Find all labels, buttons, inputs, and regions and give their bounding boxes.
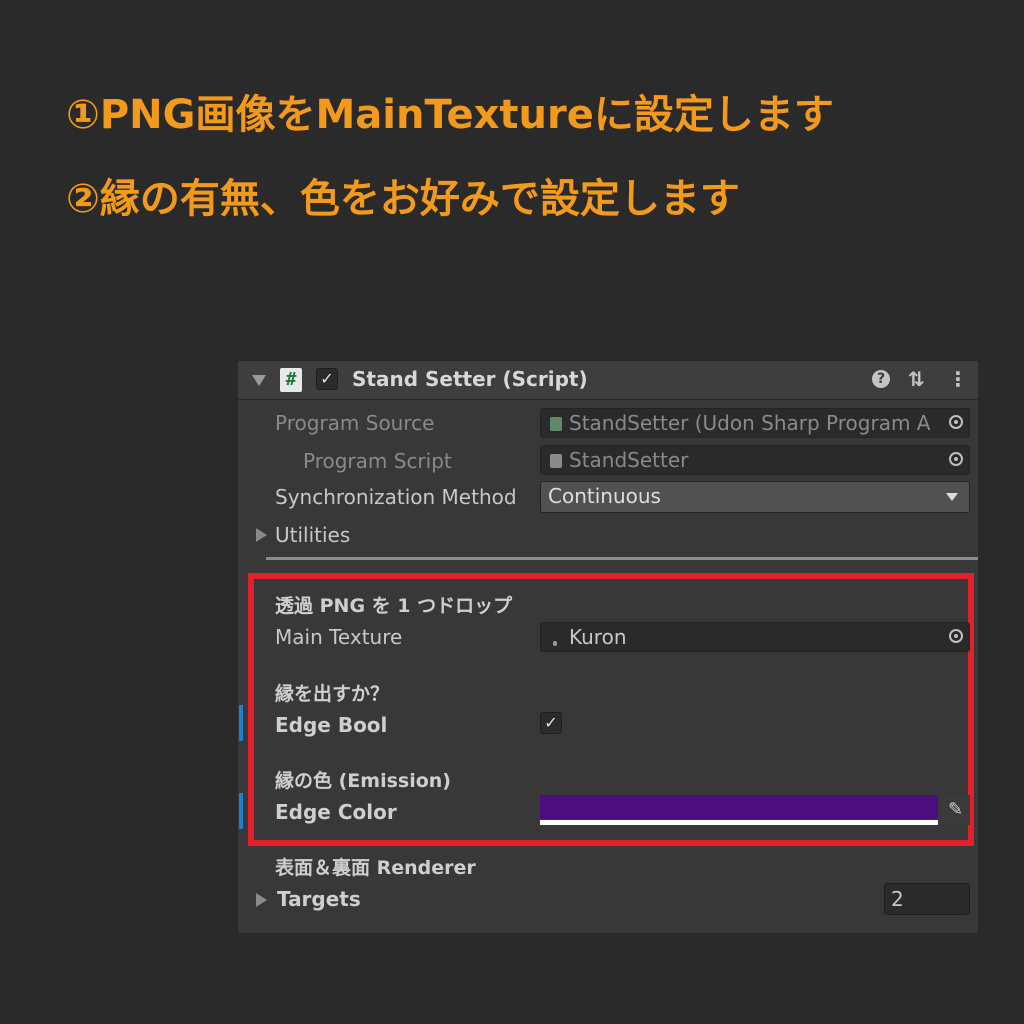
png-section-header: 透過 PNG を 1 つドロップ [275,595,513,617]
texture-thumbnail-icon [553,641,557,646]
program-source-field[interactable]: StandSetter (Udon Sharp Program A [540,408,970,438]
alpha-bar [540,820,938,825]
utilities-foldout[interactable]: Utilities [275,523,350,547]
override-marker [239,705,243,741]
targets-expand-icon[interactable] [256,893,267,907]
instruction-line-1: ①PNG画像をMainTextureに設定します [66,92,834,138]
edge-section-header: 縁を出すか？ [275,683,390,705]
sync-method-label: Synchronization Method [275,485,517,509]
program-source-label: Program Source [275,411,435,435]
renderer-section-header: 表面＆裏面 Renderer [275,857,476,879]
targets-count-field[interactable]: 2 [884,883,970,915]
program-script-label: Program Script [303,449,452,473]
edge-color-field[interactable]: ✎ [540,795,970,827]
program-script-value: StandSetter [569,448,689,472]
script-file-icon [550,454,562,468]
program-script-field[interactable]: StandSetter [540,445,970,475]
object-picker-icon[interactable] [949,452,963,466]
component-header[interactable]: # ✓ Stand Setter (Script) ? ⇅ ⋮ [238,361,978,400]
instruction-line-2: ②縁の有無、色をお好みで設定します [66,176,740,222]
targets-foldout[interactable]: Targets [277,887,361,911]
sync-method-value: Continuous [548,484,661,508]
csharp-script-icon: # [280,368,302,392]
edge-bool-label: Edge Bool [275,713,388,737]
main-texture-label: Main Texture [275,625,403,649]
program-source-value: StandSetter (Udon Sharp Program A [569,411,931,435]
section-divider [266,557,978,560]
utilities-expand-icon[interactable] [256,528,267,542]
foldout-arrow-icon[interactable] [252,375,266,386]
targets-count-value: 2 [891,887,904,911]
edge-bool-checkbox[interactable]: ✓ [540,712,562,734]
main-texture-field[interactable]: Kuron [540,622,970,652]
inspector-panel: # ✓ Stand Setter (Script) ? ⇅ ⋮ Program … [238,361,978,933]
edge-color-label: Edge Color [275,800,397,824]
override-marker [239,793,243,829]
object-picker-icon[interactable] [949,415,963,429]
object-picker-icon[interactable] [949,629,963,643]
context-menu-icon[interactable]: ⋮ [948,367,968,391]
color-section-header: 縁の色 (Emission) [275,770,451,792]
color-swatch[interactable] [540,795,938,819]
chevron-down-icon [946,493,958,501]
component-title: Stand Setter (Script) [352,367,588,391]
help-icon[interactable]: ? [872,370,890,388]
main-texture-value: Kuron [569,625,627,649]
eyedropper-icon[interactable]: ✎ [941,795,970,825]
udon-program-asset-icon [550,417,562,431]
preset-settings-icon[interactable]: ⇅ [908,367,925,391]
sync-method-dropdown[interactable]: Continuous [540,481,970,513]
component-enabled-checkbox[interactable]: ✓ [316,368,338,390]
